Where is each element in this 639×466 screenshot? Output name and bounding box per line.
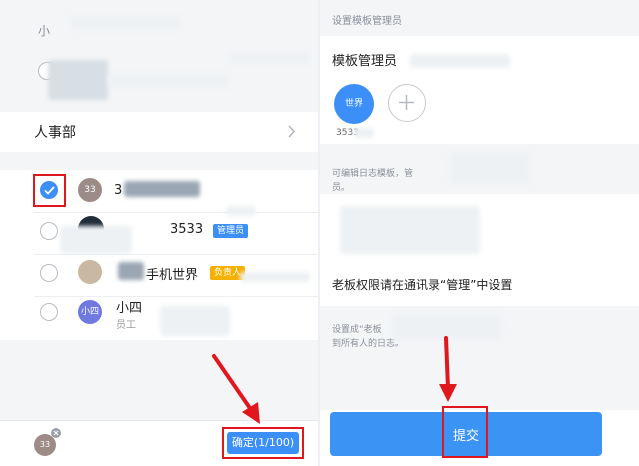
description-line-1: 可编辑日志模板，管 [332, 169, 414, 179]
arrow-annotation-icon [439, 336, 457, 402]
section-gap [0, 152, 318, 170]
member-checkbox[interactable] [40, 264, 58, 282]
confirm-button[interactable]: 确定(1/100) [227, 432, 299, 454]
blurred-text [70, 16, 180, 30]
divider [34, 254, 318, 255]
blurred-section [340, 206, 480, 254]
member-checkbox-checked[interactable] [40, 181, 58, 199]
add-admin-button[interactable] [388, 84, 426, 122]
remove-icon[interactable] [51, 428, 61, 438]
member-checkbox[interactable] [40, 222, 58, 240]
avatar [78, 260, 102, 284]
member-name: 3 [114, 183, 123, 198]
member-role: 员工 [116, 320, 136, 331]
blurred-text [60, 226, 132, 254]
blurred-text [226, 206, 256, 216]
divider [34, 296, 318, 297]
department-name: 人事部 [34, 125, 76, 141]
blurred-text [410, 54, 510, 68]
admin-title: 模板管理员 [332, 54, 398, 69]
member-name: 3533 [170, 222, 204, 237]
checkmark-icon [44, 186, 55, 195]
blurred-text [354, 128, 374, 138]
admin-badge: 管理员 [213, 224, 249, 238]
chevron-right-icon [288, 125, 296, 138]
blurred-text [230, 52, 310, 64]
member-picker-panel: 小 人事部 33 3 3533 管理员 手机世界 负责人 小四 小四 员工 33 [0, 0, 318, 466]
member-name: 小四 [116, 301, 143, 316]
setting-line-1: 设置成“老板 [332, 325, 382, 335]
arrow-annotation-icon [212, 354, 260, 424]
blurred-text [108, 74, 228, 88]
avatar: 小四 [78, 300, 102, 324]
blurred-text [160, 306, 230, 336]
divider [34, 212, 318, 213]
annotation-highlight-box [442, 406, 488, 458]
blurred-text [240, 272, 310, 282]
template-admin-panel: 设置模板管理员 模板管理员 世界 3533 可编辑日志模板，管 员。 老板权限请… [320, 0, 639, 466]
blurred-text [450, 152, 530, 184]
blurred-avatar [48, 60, 108, 100]
avatar: 33 [78, 178, 102, 202]
blurred-name [118, 262, 144, 280]
top-label: 小 [38, 24, 51, 38]
blurred-name [124, 181, 200, 197]
member-name: 手机世界 [146, 268, 199, 283]
empty-area [0, 340, 318, 420]
member-checkbox[interactable] [40, 303, 58, 321]
plus-icon [399, 95, 414, 110]
admin-avatar: 世界 [334, 84, 374, 124]
description-line-2: 员。 [332, 183, 351, 193]
boss-permission-title: 老板权限请在通讯录“管理”中设置 [332, 278, 513, 292]
section-header: 设置模板管理员 [332, 16, 402, 27]
